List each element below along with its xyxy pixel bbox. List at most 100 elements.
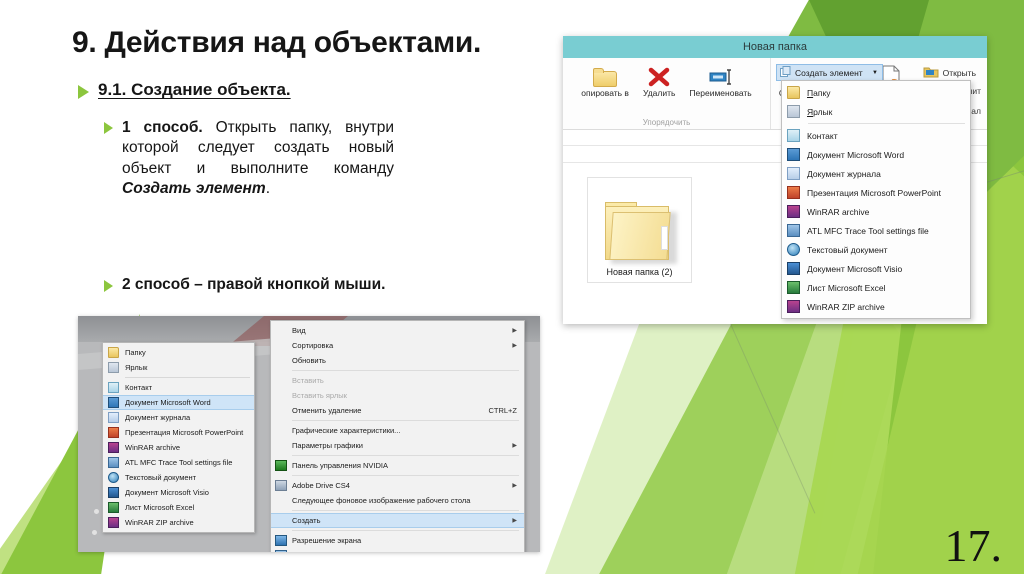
desktop-context-menu[interactable]: Вид ▶ Сортировка ▶ Обновить Вставить Вст… bbox=[270, 320, 525, 552]
context-item-label: Вставить bbox=[292, 376, 324, 385]
new-item-button[interactable]: Создать элемент ▼ bbox=[776, 64, 883, 81]
excel-icon bbox=[108, 502, 119, 513]
new-item-dropdown-menu[interactable]: Папку Ярлык Контакт Документ Microsoft W… bbox=[781, 80, 971, 319]
submenu-item-excel[interactable]: Лист Microsoft Excel bbox=[103, 500, 254, 515]
bullet-method-2: 2 способ – правой кнопкой мыши. bbox=[104, 276, 385, 294]
delete-icon bbox=[648, 63, 670, 87]
context-item-view[interactable]: Вид ▶ bbox=[271, 323, 524, 338]
context-item-graphics-options[interactable]: Параметры графики ▶ bbox=[271, 438, 524, 453]
menu-item-label: Документ Microsoft Visio bbox=[807, 263, 903, 274]
menu-item-excel[interactable]: Лист Microsoft Excel bbox=[782, 278, 970, 297]
context-separator bbox=[292, 475, 519, 476]
winrar-zip-icon bbox=[787, 300, 800, 313]
explorer-title: Новая папка bbox=[742, 41, 808, 53]
menu-item-label: Ярлык bbox=[807, 106, 833, 117]
shortcut-icon bbox=[787, 105, 800, 118]
delete-button[interactable]: Удалить bbox=[636, 62, 682, 100]
submenu-item-folder[interactable]: Папку bbox=[103, 345, 254, 360]
context-item-label: Adobe Drive CS4 bbox=[292, 481, 350, 490]
context-item-create[interactable]: Создать ▶ bbox=[271, 513, 524, 528]
submenu-arrow-icon: ▶ bbox=[512, 483, 517, 489]
menu-item-label: Папку bbox=[807, 87, 831, 98]
menu-item-word-document[interactable]: Документ Microsoft Word bbox=[782, 145, 970, 164]
file-tile-label: Новая папка (2) bbox=[606, 267, 673, 277]
submenu-item-visio[interactable]: Документ Microsoft Visio bbox=[103, 485, 254, 500]
context-item-label: Вставить ярлык bbox=[292, 391, 347, 400]
submenu-item-journal-document[interactable]: Документ журнала bbox=[103, 410, 254, 425]
bullet-method-2-label: 2 способ – правой кнопкой мыши. bbox=[122, 276, 386, 293]
menu-item-powerpoint[interactable]: Презентация Microsoft PowerPoint bbox=[782, 183, 970, 202]
context-item-next-wallpaper[interactable]: Следующее фоновое изображение рабочего с… bbox=[271, 493, 524, 508]
context-item-undo-delete[interactable]: Отменить удаление CTRL+Z bbox=[271, 403, 524, 418]
submenu-item-powerpoint[interactable]: Презентация Microsoft PowerPoint bbox=[103, 425, 254, 440]
context-item-label: Вид bbox=[292, 326, 306, 335]
copy-to-button[interactable]: опировать в bbox=[574, 62, 636, 100]
context-item-personalization[interactable]: Персонализация bbox=[271, 548, 524, 552]
copy-to-label: опировать в bbox=[581, 88, 629, 98]
visio-icon bbox=[108, 487, 119, 498]
context-item-refresh[interactable]: Обновить bbox=[271, 353, 524, 368]
ribbon-group-organize-row: опировать в Удалить Переименовать bbox=[574, 62, 758, 100]
screen-resolution-icon bbox=[275, 535, 287, 546]
context-separator bbox=[292, 510, 519, 511]
submenu-item-label: Презентация Microsoft PowerPoint bbox=[125, 428, 244, 437]
context-separator bbox=[292, 370, 519, 371]
wallpaper-dot bbox=[92, 530, 97, 535]
menu-item-atl-settings[interactable]: ATL MFC Trace Tool settings file bbox=[782, 221, 970, 240]
contact-icon bbox=[787, 129, 800, 142]
submenu-item-contact[interactable]: Контакт bbox=[103, 380, 254, 395]
page-number: 17. bbox=[944, 520, 1003, 571]
context-item-label: Персонализация bbox=[292, 551, 517, 552]
context-item-screen-resolution[interactable]: Разрешение экрана bbox=[271, 533, 524, 548]
menu-separator bbox=[808, 123, 965, 124]
context-item-label: Сортировка bbox=[292, 341, 334, 350]
new-item-label: Создать элемент bbox=[795, 67, 863, 78]
submenu-item-atl-settings[interactable]: ATL MFC Trace Tool settings file bbox=[103, 455, 254, 470]
menu-item-winrar-archive[interactable]: WinRAR archive bbox=[782, 202, 970, 221]
menu-item-visio[interactable]: Документ Microsoft Visio bbox=[782, 259, 970, 278]
submenu-arrow-icon: ▶ bbox=[512, 443, 517, 449]
rename-button[interactable]: Переименовать bbox=[682, 62, 758, 100]
rename-icon bbox=[708, 63, 734, 87]
create-submenu[interactable]: Папку Ярлык Контакт Документ Microsoft W… bbox=[102, 342, 255, 533]
explorer-ribbon: опировать в Удалить Переименовать Упоряд… bbox=[563, 58, 987, 319]
submenu-item-winrar-zip[interactable]: WinRAR ZIP archive bbox=[103, 515, 254, 530]
menu-item-label: Лист Microsoft Excel bbox=[807, 282, 886, 293]
menu-item-label: Презентация Microsoft PowerPoint bbox=[807, 187, 942, 198]
menu-item-folder[interactable]: Папку bbox=[782, 83, 970, 102]
file-tile-new-folder[interactable]: Новая папка (2) bbox=[587, 177, 692, 283]
menu-item-text-document[interactable]: Текстовый документ bbox=[782, 240, 970, 259]
context-item-paste: Вставить bbox=[271, 373, 524, 388]
submenu-item-text-document[interactable]: Текстовый документ bbox=[103, 470, 254, 485]
context-item-sort[interactable]: Сортировка ▶ bbox=[271, 338, 524, 353]
context-item-adobe-drive[interactable]: Adobe Drive CS4 ▶ bbox=[271, 478, 524, 493]
new-item-icon bbox=[780, 66, 791, 79]
submenu-arrow-icon: ▶ bbox=[512, 343, 517, 349]
submenu-separator bbox=[125, 377, 250, 378]
nvidia-icon bbox=[275, 460, 287, 471]
explorer-window: Новая папка опировать в Удалить Переимен… bbox=[563, 36, 987, 324]
submenu-arrow-icon: ▶ bbox=[512, 518, 517, 524]
ribbon-group-organize: опировать в Удалить Переименовать Упоряд… bbox=[563, 58, 771, 129]
page-title: 9. Действия над объектами. bbox=[72, 26, 482, 59]
context-item-label: Следующее фоновое изображение рабочего с… bbox=[292, 496, 471, 505]
menu-item-winrar-zip[interactable]: WinRAR ZIP archive bbox=[782, 297, 970, 316]
submenu-item-winrar-archive[interactable]: WinRAR archive bbox=[103, 440, 254, 455]
menu-item-journal-document[interactable]: Документ журнала bbox=[782, 164, 970, 183]
submenu-item-shortcut[interactable]: Ярлык bbox=[103, 360, 254, 375]
submenu-item-label: Текстовый документ bbox=[125, 473, 197, 482]
powerpoint-icon bbox=[787, 186, 800, 199]
open-label: Открыть bbox=[942, 67, 976, 78]
submenu-item-word-document[interactable]: Документ Microsoft Word bbox=[103, 395, 254, 410]
bullet-method-1-text: 1 способ. Открыть папку, внутри кото­рой… bbox=[122, 118, 394, 200]
atl-settings-icon bbox=[108, 457, 119, 468]
personalization-icon bbox=[275, 550, 287, 552]
atl-settings-icon bbox=[787, 224, 800, 237]
menu-item-shortcut[interactable]: Ярлык bbox=[782, 102, 970, 121]
submenu-item-label: WinRAR ZIP archive bbox=[125, 518, 194, 527]
context-item-nvidia-control-panel[interactable]: Панель управления NVIDIA bbox=[271, 458, 524, 473]
triangle-bullet-icon bbox=[78, 85, 89, 99]
menu-item-contact[interactable]: Контакт bbox=[782, 126, 970, 145]
context-item-accelerator: CTRL+Z bbox=[488, 406, 517, 415]
context-item-graphics-properties[interactable]: Графические характеристики... bbox=[271, 423, 524, 438]
